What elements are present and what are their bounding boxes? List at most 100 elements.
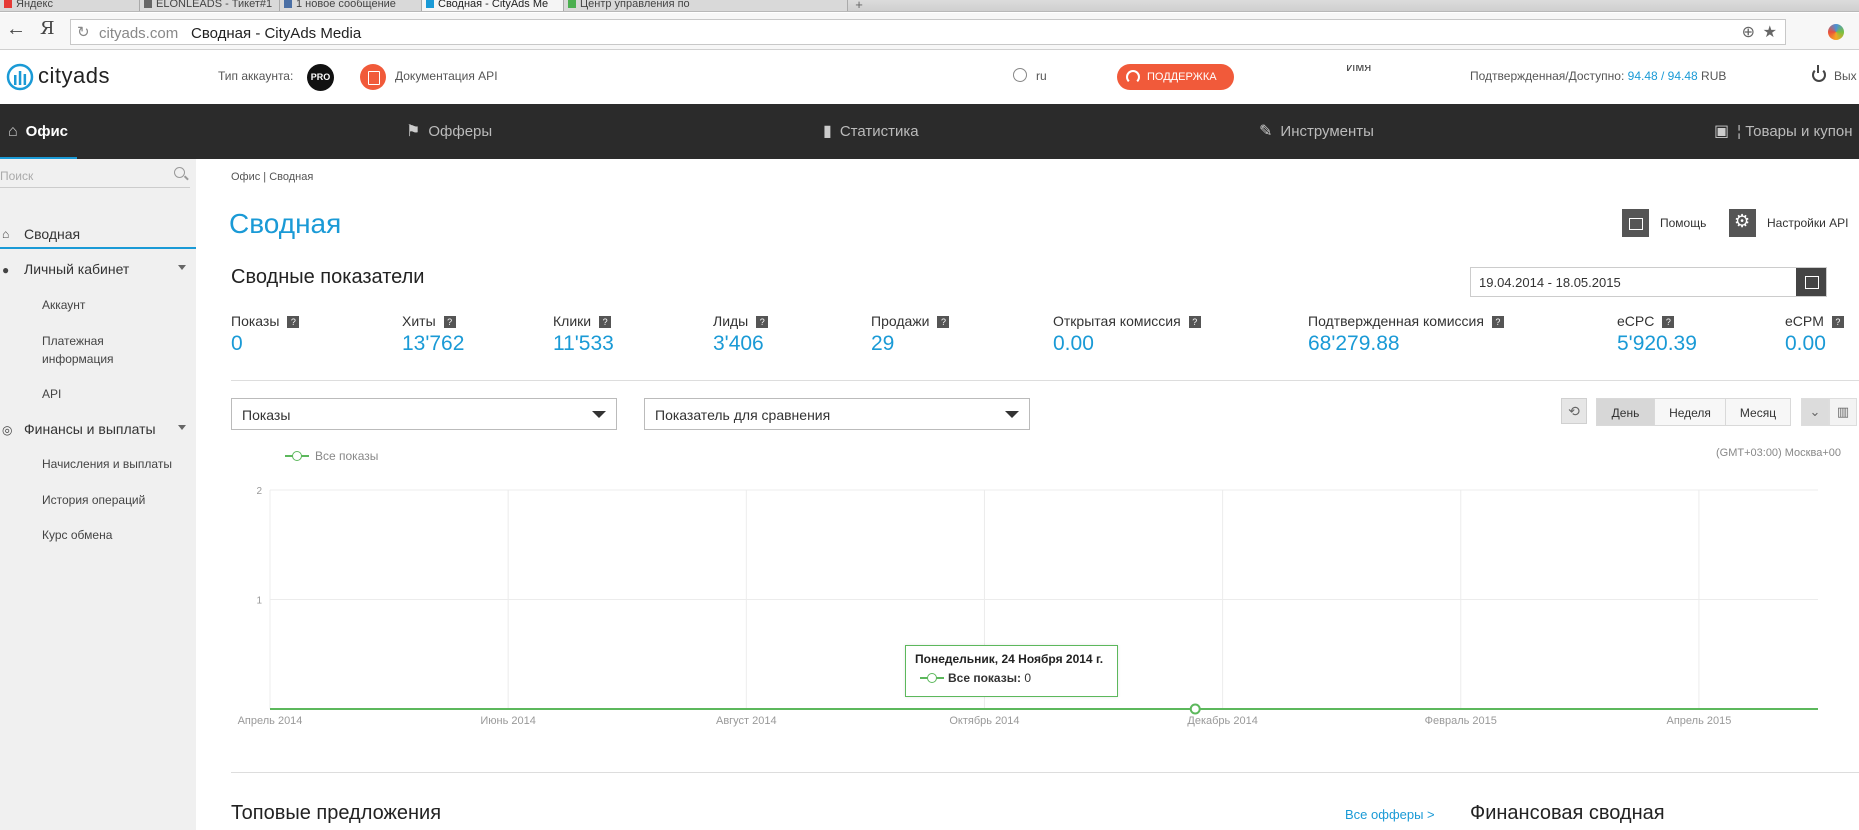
metric-select[interactable]: Показы [231,398,617,430]
stat-sales: Продажи? 29 [871,313,950,355]
compare-metric-select[interactable]: Показатель для сравнения [644,398,1030,430]
chart-legend[interactable]: Все показы [285,449,378,463]
nav-products[interactable]: ▣ ¦ Товары и купон [1714,104,1852,159]
search-input[interactable] [0,166,160,186]
nav-tools[interactable]: ✎ Инструменты [1259,104,1374,159]
help-icon[interactable]: ? [599,316,612,328]
stat-hits: Хиты? 13'762 [402,313,465,355]
stat-open-commission: Открытая комиссия? 0.00 [1053,313,1201,355]
site-header: cityads Тип аккаунта: PRO Документация A… [0,51,1859,104]
language-switch[interactable]: ru [1036,69,1047,83]
back-arrow-icon[interactable]: ← [6,19,26,39]
help-icon[interactable]: ? [443,316,456,328]
help-icon[interactable]: ? [1831,316,1844,328]
page-favicon-icon [568,0,576,8]
url-field[interactable]: ↻ cityads.com Сводная - CityAds Media ⊕ … [70,19,1786,45]
home-icon: ⌂ [8,123,18,140]
tooltip-value: 0 [1024,671,1031,685]
y-tick-label: 1 [256,596,262,607]
calendar-icon[interactable] [1796,268,1826,296]
nav-office[interactable]: ⌂ Офис [8,104,68,159]
stat-value: 0.00 [1785,332,1826,355]
power-icon[interactable] [1812,65,1826,82]
zoom-icon[interactable]: ⊕ [1742,22,1755,42]
browser-tab-active[interactable]: Сводная - CityAds Me [422,0,564,11]
api-docs-link[interactable]: Документация API [395,69,498,83]
bar-chart-icon[interactable]: ▥ [1829,398,1857,426]
sidebar-item-account[interactable]: Аккаунт [42,296,85,314]
sidebar-search [0,164,190,188]
help-icon[interactable]: ? [937,316,950,328]
help-icon[interactable]: ? [1491,316,1504,328]
period-day-button[interactable]: День [1596,398,1655,426]
stat-value: 29 [871,332,895,355]
stat-value: 0.00 [1053,332,1094,355]
globe-icon[interactable] [1013,68,1027,82]
support-button[interactable]: ПОДДЕРЖКА [1117,64,1234,90]
chevron-down-icon [592,411,606,418]
reload-icon[interactable]: ↻ [77,23,90,41]
sidebar-item-personal-cabinet[interactable]: ● Личный кабинет [0,261,196,281]
vk-favicon-icon [284,0,292,8]
breadcrumb: Офис | Сводная [231,171,314,183]
sidebar-item-api[interactable]: API [42,385,61,403]
sidebar-item-summary[interactable]: ⌂ Сводная [0,221,196,249]
stat-ecpm: eCPM? 0.00 [1785,313,1844,355]
logo-text[interactable]: cityads [38,63,110,89]
url-page-title: Сводная - CityAds Media [191,25,362,42]
help-icon[interactable]: ? [1188,316,1201,328]
sidebar-item-finance[interactable]: ◎ Финансы и выплаты [0,421,196,441]
period-week-button[interactable]: Неделя [1654,398,1726,426]
browser-tab[interactable]: Яндекс [0,0,140,11]
chevron-down-icon [1005,411,1019,418]
yandex-button[interactable]: Я [40,19,55,39]
user-icon: ● [2,263,10,277]
period-month-button[interactable]: Месяц [1725,398,1791,426]
chevron-down-icon[interactable] [178,425,186,430]
api-docs-icon[interactable] [360,64,386,90]
help-icon[interactable]: ? [1662,316,1675,328]
nav-statistics[interactable]: ▮ Статистика [823,104,919,159]
search-icon[interactable] [174,167,185,178]
gear-icon [1729,209,1756,237]
tooltip-row: Все показы: 0 [920,671,1031,685]
top-offers-title: Топовые предложения [231,802,442,824]
sidebar-item-history[interactable]: История операций [42,491,145,509]
username[interactable]: Имя [1346,65,1436,75]
logout-link[interactable]: Вых [1834,69,1857,83]
cityads-favicon-icon [426,0,434,8]
cityads-logo-icon[interactable] [6,63,34,91]
account-type-label: Тип аккаунта: [218,69,294,83]
account-badge: PRO [307,64,334,91]
extension-icon[interactable] [1828,24,1844,40]
balance: Подтвержденная/Доступно: 94.48 / 94.48 R… [1470,69,1726,83]
help-icon[interactable]: ? [756,316,769,328]
sidebar-item-accruals[interactable]: Начисления и выплаты [42,455,172,473]
refresh-icon[interactable]: ⟲ [1561,398,1587,424]
browser-tab[interactable]: Центр управления по [564,0,848,11]
date-range-field[interactable]: 19.04.2014 - 18.05.2015 [1470,267,1827,297]
finance-summary-title: Финансовая сводная [1470,802,1665,824]
help-icon[interactable]: ? [287,316,300,328]
browser-tab[interactable]: 1 новое сообщение [280,0,422,11]
browser-tab[interactable]: ELONLEADS - Тикет#1 [140,0,280,11]
address-bar: ← Я ↻ cityads.com Сводная - CityAds Medi… [0,13,1859,50]
all-offers-link[interactable]: Все офферы > [1345,807,1435,822]
nav-offers[interactable]: ⚑ Офферы [406,104,492,159]
sidebar-item-exchange-rate[interactable]: Курс обмена [42,526,112,544]
balance-value: 94.48 / 94.48 [1627,69,1698,83]
new-tab-button[interactable]: + [848,0,870,11]
divider [231,380,1859,381]
sidebar-item-payment-info[interactable]: Платежная информация [42,332,142,368]
bookmark-star-icon[interactable]: ★ [1763,22,1777,42]
chevron-down-icon[interactable] [178,265,186,270]
home-icon: ⌂ [2,227,10,241]
page-favicon-icon [144,0,152,8]
chart-tooltip: Понедельник, 24 Ноября 2014 г. Все показ… [905,645,1118,697]
page-title: Сводная [229,208,342,239]
stat-clicks: Клики? 11'533 [553,313,614,355]
stat-value: 68'279.88 [1308,332,1400,355]
x-tick-label: Апрель 2014 [238,715,303,727]
line-chart-icon[interactable]: ⌄ [1801,398,1829,426]
divider [231,772,1859,773]
